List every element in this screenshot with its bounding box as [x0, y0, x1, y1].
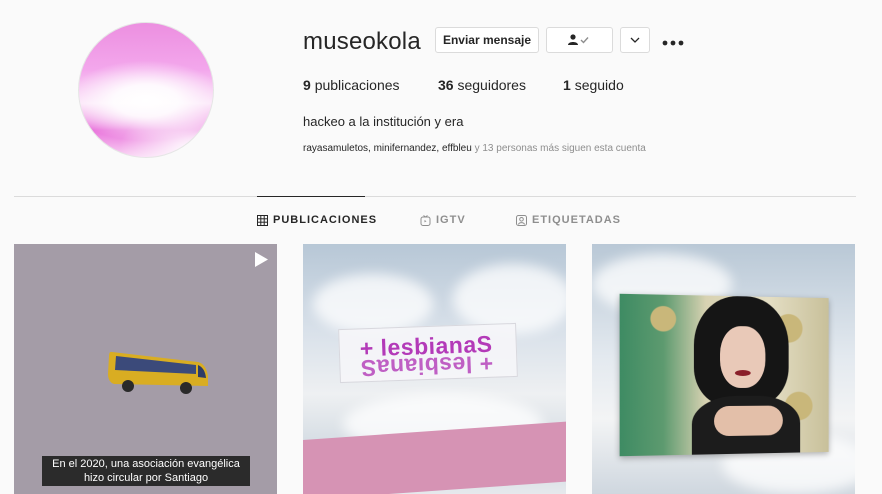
banner-text-reflection: + lesbianaS [360, 350, 494, 382]
grid-icon [257, 214, 268, 226]
send-message-button[interactable]: Enviar mensaje [435, 27, 539, 53]
following-count[interactable]: 1 seguido [563, 77, 624, 93]
following-count-value: 1 [563, 77, 571, 93]
posts-count-value: 9 [303, 77, 311, 93]
followers-count-label: seguidores [457, 77, 526, 93]
pink-building [303, 421, 566, 494]
portrait-photo [619, 293, 829, 457]
more-options-icon[interactable] [662, 30, 684, 51]
send-message-label: Enviar mensaje [442, 33, 532, 47]
chevron-down-icon [630, 37, 640, 43]
post-thumbnail[interactable] [592, 244, 855, 494]
following-button[interactable] [546, 27, 613, 53]
user-check-icon [567, 34, 589, 45]
video-caption: En el 2020, una asociación evangélica hi… [42, 456, 250, 486]
suggested-accounts-button[interactable] [620, 27, 650, 53]
tab-etiquetadas-label: ETIQUETADAS [532, 214, 622, 226]
igtv-icon [420, 214, 431, 226]
tagged-icon [516, 214, 527, 226]
caption-line: En el 2020, una asociación evangélica [52, 458, 240, 470]
followed-by-rest: y 13 personas más siguen esta cuenta [471, 143, 646, 154]
followed-by[interactable]: rayasamuletos, minifernandez, effbleu y … [303, 143, 646, 154]
followers-count-value: 36 [438, 77, 454, 93]
profile-avatar[interactable] [78, 22, 214, 158]
tab-etiquetadas[interactable]: ETIQUETADAS [516, 214, 621, 226]
tab-igtv[interactable]: IGTV [420, 214, 466, 226]
tab-publicaciones-label: PUBLICACIONES [273, 214, 378, 226]
bus-image [108, 351, 208, 394]
followed-by-names: rayasamuletos, minifernandez, effbleu [303, 143, 472, 154]
post-thumbnail[interactable]: + lesbianaS + lesbianaS [303, 244, 566, 494]
tabs-divider [14, 196, 856, 197]
caption-line: hizo circular por Santiago [83, 472, 209, 484]
profile-bio: hackeo a la institución y era [303, 114, 464, 129]
protest-banner: + lesbianaS + lesbianaS [338, 322, 518, 384]
followers-count[interactable]: 36 seguidores [438, 77, 526, 93]
following-count-label: seguido [574, 77, 624, 93]
profile-username: museokola [303, 28, 421, 55]
post-thumbnail[interactable]: En el 2020, una asociación evangélica hi… [14, 244, 277, 494]
active-tab-indicator [257, 196, 365, 197]
video-play-icon [255, 252, 268, 267]
posts-count-label: publicaciones [314, 77, 400, 93]
posts-count: 9 publicaciones [303, 77, 400, 93]
tab-publicaciones[interactable]: PUBLICACIONES [257, 214, 377, 226]
tab-igtv-label: IGTV [436, 214, 466, 226]
